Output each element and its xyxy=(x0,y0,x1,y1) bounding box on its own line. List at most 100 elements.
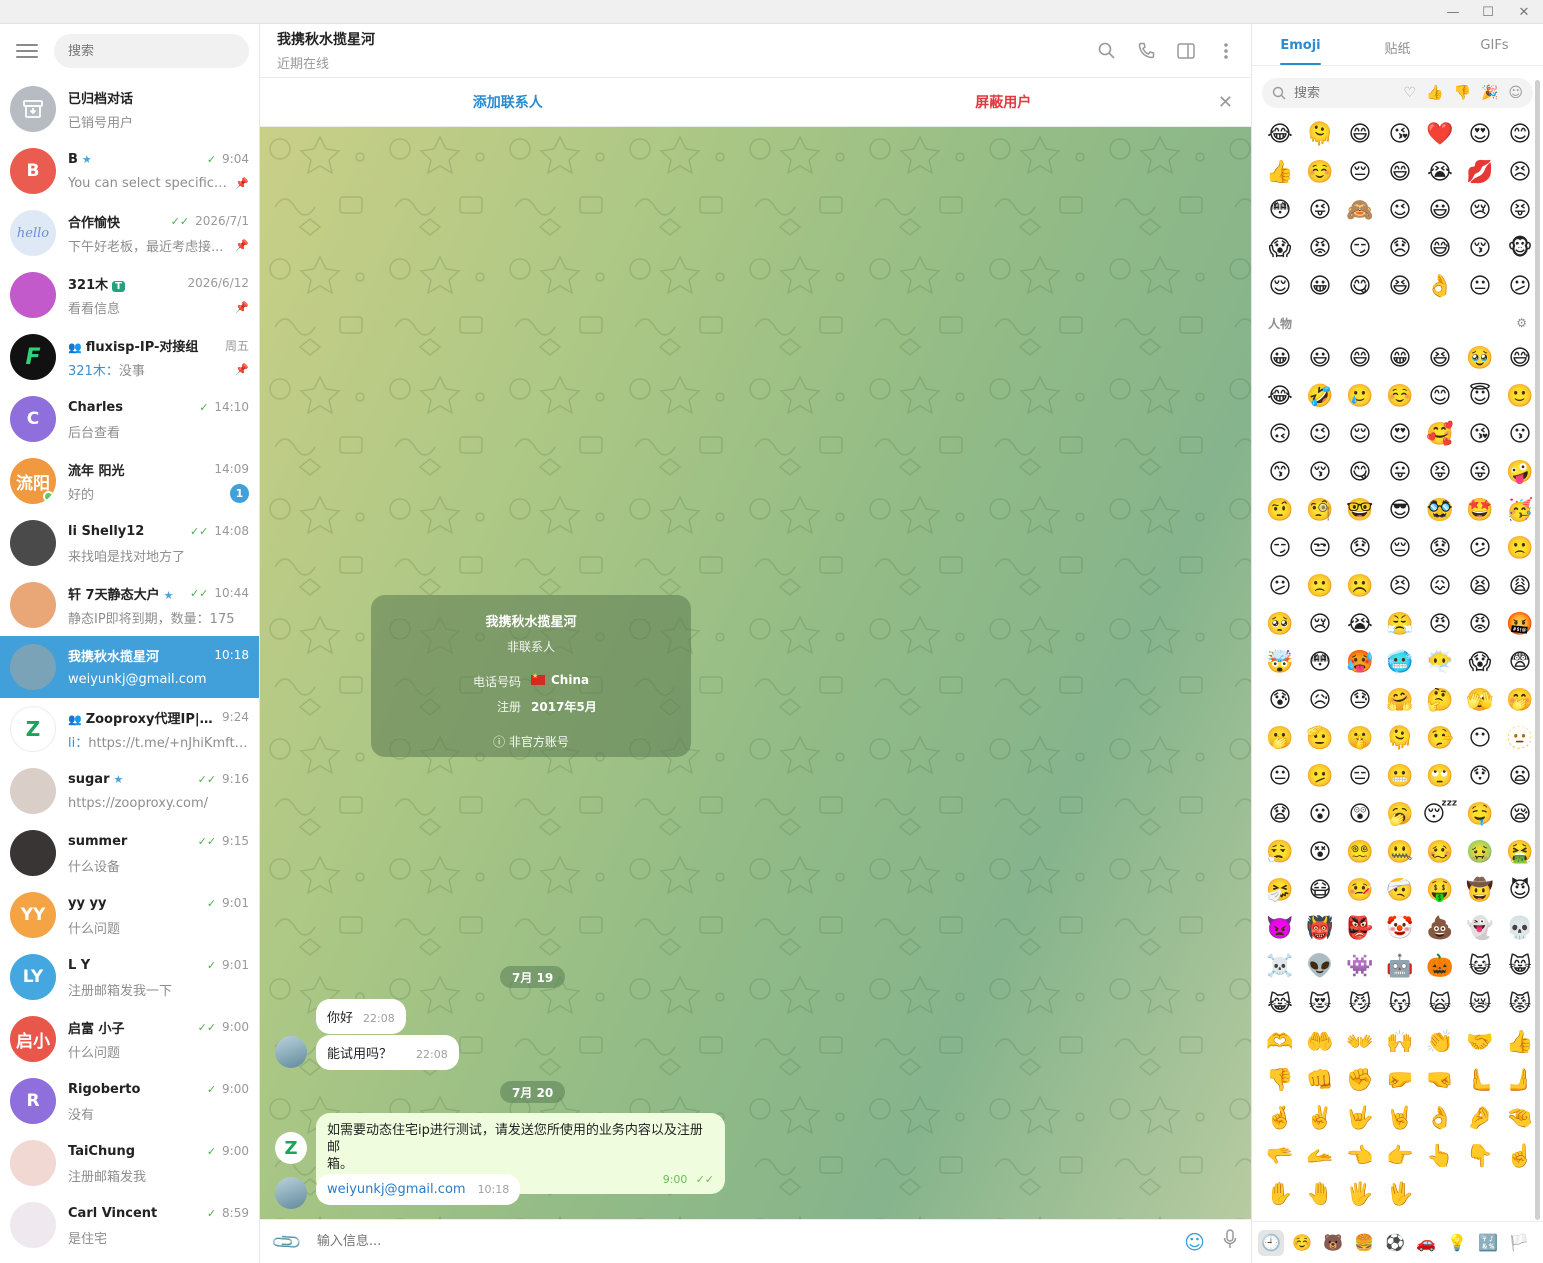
emoji[interactable]: 😮 xyxy=(1300,796,1340,834)
emoji[interactable]: 🤗 xyxy=(1380,682,1420,720)
emoji[interactable]: 😴 xyxy=(1420,796,1460,834)
emoji[interactable]: 💩 xyxy=(1420,910,1460,948)
emoji[interactable]: 😽 xyxy=(1380,986,1420,1024)
emoji[interactable]: 😒 xyxy=(1300,530,1340,568)
emoji[interactable]: 🫸 xyxy=(1500,1062,1540,1100)
emoji[interactable]: ☹️ xyxy=(1340,568,1380,606)
emoji[interactable]: 🤐 xyxy=(1380,834,1420,872)
avatar[interactable]: Z xyxy=(275,1132,307,1164)
emoji[interactable]: 😍 xyxy=(1380,416,1420,454)
emoji[interactable]: 😃 xyxy=(1300,340,1340,378)
avatar[interactable] xyxy=(275,1177,307,1209)
emoji[interactable]: 😭 xyxy=(1420,154,1460,192)
emoji[interactable]: 🫤 xyxy=(1300,758,1340,796)
emoji[interactable]: 🥴 xyxy=(1420,834,1460,872)
emoji[interactable]: 😀 xyxy=(1260,340,1300,378)
emoji[interactable]: 😓 xyxy=(1340,682,1380,720)
archived-chats-item[interactable]: 已归档对话 已销号用户 xyxy=(0,78,259,140)
chat-item[interactable]: hello 合作愉快 ✓✓ 2026/7/1 下午好老板，最近考虑接... 📌 xyxy=(0,202,259,264)
emoji[interactable]: 😏 xyxy=(1340,230,1380,268)
emoji[interactable]: 😗 xyxy=(1500,416,1540,454)
emoji[interactable]: 🎃 xyxy=(1420,948,1460,986)
sidebar-toggle-icon[interactable] xyxy=(1177,42,1195,60)
emoji[interactable]: 🤟 xyxy=(1340,1100,1380,1138)
emoji[interactable]: 😔 xyxy=(1340,154,1380,192)
emoji[interactable]: 😩 xyxy=(1500,568,1540,606)
emoji[interactable]: 🤧 xyxy=(1260,872,1300,910)
emoji[interactable]: 👾 xyxy=(1340,948,1380,986)
emoji[interactable]: 😿 xyxy=(1460,986,1500,1024)
emoji[interactable]: 😃 xyxy=(1420,192,1460,230)
emoji[interactable]: 😄 xyxy=(1380,154,1420,192)
emoji[interactable]: 😜 xyxy=(1460,454,1500,492)
emoji[interactable]: 👆 xyxy=(1420,1138,1460,1176)
emoji[interactable]: 🫡 xyxy=(1300,720,1340,758)
emoji[interactable]: 👌 xyxy=(1420,1100,1460,1138)
emoji[interactable]: 😆 xyxy=(1420,340,1460,378)
emoji[interactable]: 👻 xyxy=(1460,910,1500,948)
emoji[interactable]: 😌 xyxy=(1340,416,1380,454)
emoji[interactable]: 😜 xyxy=(1300,192,1340,230)
chat-item[interactable]: LY L Y ✓ 9:01 注册邮箱发我一下 xyxy=(0,946,259,1008)
search-icon[interactable] xyxy=(1097,42,1115,60)
emoji[interactable]: 🤯 xyxy=(1260,644,1300,682)
chat-item[interactable]: Z 👥 Zooproxy代理IP|动... 9:24 li：https://t.me/+… xyxy=(0,698,259,760)
message-bubble[interactable]: 你好 22:08 xyxy=(316,999,406,1034)
emoji[interactable]: 🥲 xyxy=(1340,378,1380,416)
emoji[interactable]: 🫥 xyxy=(1500,720,1540,758)
emoji[interactable]: 😵 xyxy=(1300,834,1340,872)
chat-item[interactable]: B B ★ ✓ 9:04 You can select specific co... 📌 xyxy=(0,140,259,202)
emoji[interactable]: 🐵 xyxy=(1500,230,1540,268)
emoji[interactable]: 😶‍🌫️ xyxy=(1420,644,1460,682)
emoji[interactable]: 🙁 xyxy=(1500,530,1540,568)
emoji[interactable]: 🙂 xyxy=(1500,378,1540,416)
emoji[interactable]: 👏 xyxy=(1420,1024,1460,1062)
chat-item[interactable]: Carl Vincent ✓ 8:59 是住宅 xyxy=(0,1194,259,1256)
emoji[interactable]: 🤪 xyxy=(1500,454,1540,492)
emoji[interactable]: 🤔 xyxy=(1420,682,1460,720)
emoji[interactable]: 🙈 xyxy=(1340,192,1380,230)
emoji[interactable]: 🤭 xyxy=(1500,682,1540,720)
tab-stickers[interactable]: 贴纸 xyxy=(1349,24,1446,65)
peer-name[interactable]: 我携秋水揽星河 xyxy=(277,29,375,49)
email-link[interactable]: weiyunkj@gmail.com xyxy=(327,1182,466,1197)
close-window-icon[interactable]: ✕ xyxy=(1507,0,1541,24)
category-flags-icon[interactable]: 🏳️ xyxy=(1506,1230,1532,1256)
emoji[interactable]: 🥳 xyxy=(1500,492,1540,530)
emoji[interactable]: 😄 xyxy=(1340,116,1380,154)
emoji[interactable]: 😲 xyxy=(1340,796,1380,834)
emoji[interactable]: 🤛 xyxy=(1380,1062,1420,1100)
emoji[interactable]: 😆 xyxy=(1380,268,1420,306)
emoji[interactable]: 😺 xyxy=(1460,948,1500,986)
category-objects-icon[interactable]: 💡 xyxy=(1444,1230,1470,1256)
emoji[interactable]: 😞 xyxy=(1380,230,1420,268)
emoji[interactable]: 🤡 xyxy=(1380,910,1420,948)
avatar[interactable] xyxy=(275,1036,307,1068)
emoji[interactable]: 😚 xyxy=(1300,454,1340,492)
emoji[interactable]: 😅 xyxy=(1420,230,1460,268)
emoji[interactable]: 🤒 xyxy=(1340,872,1380,910)
heart-icon[interactable]: ♡ xyxy=(1404,85,1417,101)
emoji[interactable]: 🤑 xyxy=(1420,872,1460,910)
emoji[interactable]: 😝 xyxy=(1500,192,1540,230)
emoji[interactable]: 😡 xyxy=(1300,230,1340,268)
message-input[interactable] xyxy=(316,1234,1167,1249)
thumbs-up-icon[interactable]: 👍 xyxy=(1426,85,1443,101)
emoji[interactable]: 👐 xyxy=(1340,1024,1380,1062)
emoji[interactable]: 🫠 xyxy=(1380,720,1420,758)
category-animals-icon[interactable]: 🐻 xyxy=(1320,1230,1346,1256)
emoji[interactable]: 😬 xyxy=(1380,758,1420,796)
emoji[interactable]: 💋 xyxy=(1460,154,1500,192)
emoji[interactable]: 😚 xyxy=(1460,230,1500,268)
emoji[interactable]: 😅 xyxy=(1500,340,1540,378)
emoji[interactable]: 🥱 xyxy=(1380,796,1420,834)
emoji[interactable]: 😠 xyxy=(1420,606,1460,644)
chat-item[interactable]: F 👥 fluxisp-IP-对接组 周五 321木：没事 📌 xyxy=(0,326,259,388)
add-contact-button[interactable]: 添加联系人 xyxy=(260,92,756,112)
emoji[interactable]: 😇 xyxy=(1460,378,1500,416)
emoji[interactable]: 😷 xyxy=(1300,872,1340,910)
emoji[interactable]: 😊 xyxy=(1420,378,1460,416)
emoji[interactable]: ✋ xyxy=(1260,1176,1300,1214)
emoji[interactable]: 😈 xyxy=(1500,872,1540,910)
more-options-icon[interactable] xyxy=(1217,42,1235,60)
